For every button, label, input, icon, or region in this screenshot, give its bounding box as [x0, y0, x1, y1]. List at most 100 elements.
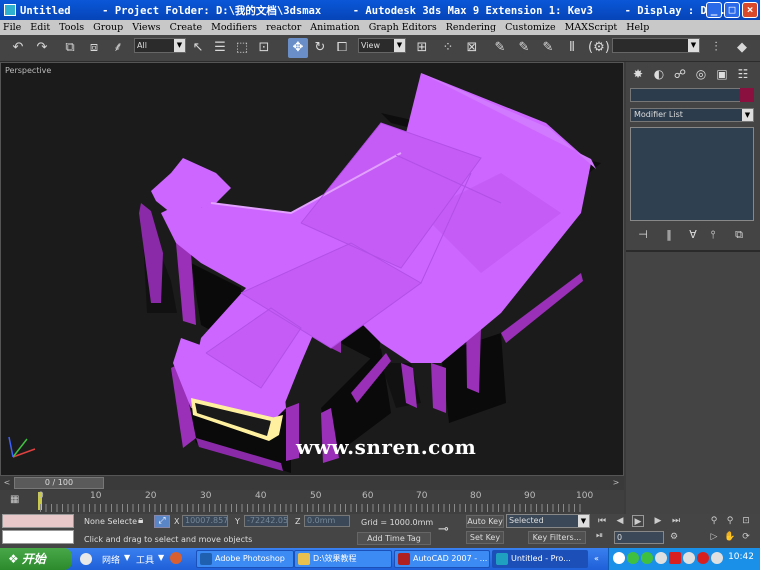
- unlink-icon[interactable]: ⧈: [84, 38, 104, 58]
- object-color-swatch[interactable]: [740, 88, 754, 102]
- maxscript-listener-pink[interactable]: [2, 514, 74, 528]
- pin-stack-icon[interactable]: ⊣: [636, 228, 650, 242]
- time-slider-next[interactable]: >: [610, 477, 622, 489]
- tray-icon[interactable]: [711, 552, 723, 564]
- mirror-icon[interactable]: ⫴: [562, 38, 582, 58]
- current-frame-field[interactable]: 0: [614, 531, 664, 544]
- clock[interactable]: 10:42: [728, 552, 754, 562]
- tray-icon[interactable]: [683, 552, 695, 564]
- field-of-view-icon[interactable]: ▷: [708, 531, 720, 543]
- zoom-extents-icon[interactable]: ⊡: [740, 515, 752, 527]
- lock-selection-icon[interactable]: 🔒︎: [138, 515, 143, 526]
- quick-network[interactable]: 网络: [102, 553, 120, 566]
- previous-frame-icon[interactable]: ◀: [614, 515, 626, 527]
- key-mode-dropdown[interactable]: Selected ▼: [506, 514, 590, 528]
- tray-icon[interactable]: [697, 552, 709, 564]
- time-slider[interactable]: < 0 / 100 >: [0, 476, 624, 490]
- go-to-start-icon[interactable]: ⏮: [596, 515, 608, 527]
- snap-toggle-icon[interactable]: ⊠: [462, 38, 482, 58]
- hierarchy-tab-icon[interactable]: ☍: [672, 66, 688, 82]
- menu-rendering[interactable]: Rendering: [446, 22, 496, 33]
- zoom-all-icon[interactable]: ⚲: [724, 515, 736, 527]
- auto-key-button[interactable]: Auto Key: [466, 515, 504, 528]
- redo-icon[interactable]: ↷: [32, 38, 52, 58]
- select-link-icon[interactable]: ⧉: [60, 38, 80, 58]
- rectangular-selection-icon[interactable]: ⬚: [232, 38, 252, 58]
- angle-snap-icon[interactable]: ✎: [490, 38, 510, 58]
- menu-edit[interactable]: Edit: [30, 22, 50, 33]
- menu-animation[interactable]: Animation: [310, 22, 359, 33]
- close-button[interactable]: ×: [742, 2, 758, 18]
- tray-icon[interactable]: [641, 552, 653, 564]
- taskbar-item-folder[interactable]: D:\效果教程: [294, 550, 392, 568]
- taskbar-expand-icon[interactable]: «: [594, 554, 599, 563]
- menu-customize[interactable]: Customize: [505, 22, 555, 33]
- pivot-center-icon[interactable]: ⊞: [412, 38, 432, 58]
- arc-rotate-icon[interactable]: ⟳: [740, 531, 752, 543]
- tray-icon[interactable]: [655, 552, 667, 564]
- perspective-viewport[interactable]: Perspective: [0, 62, 624, 476]
- next-frame-icon[interactable]: ▶: [652, 515, 664, 527]
- create-tab-icon[interactable]: ✸: [630, 66, 646, 82]
- tray-icon[interactable]: [613, 552, 625, 564]
- display-tab-icon[interactable]: ▣: [714, 66, 730, 82]
- quick-launch-icon[interactable]: [80, 553, 92, 565]
- quick-dropdown-icon[interactable]: ▼: [158, 553, 164, 562]
- select-by-name-icon[interactable]: ☰: [210, 38, 230, 58]
- select-and-rotate-icon[interactable]: ↻: [310, 38, 330, 58]
- x-coordinate-field[interactable]: 10007.857: [182, 515, 228, 527]
- select-and-scale-icon[interactable]: ⧠: [332, 38, 352, 58]
- quick-dropdown-icon[interactable]: ▼: [124, 553, 130, 562]
- taskbar-item-3dsmax[interactable]: Untitled - Pro...: [492, 550, 588, 568]
- select-manipulate-icon[interactable]: ⁘: [438, 38, 458, 58]
- zoom-icon[interactable]: ⚲: [708, 515, 720, 527]
- menu-reactor[interactable]: reactor: [266, 22, 301, 33]
- z-coordinate-field[interactable]: 0.0mm: [304, 515, 350, 527]
- tray-icon[interactable]: [627, 552, 639, 564]
- modify-tab-icon[interactable]: ◐: [651, 66, 667, 82]
- start-button[interactable]: ❖ 开始: [0, 548, 72, 570]
- app-icon[interactable]: [4, 4, 16, 16]
- absolute-mode-transform-icon[interactable]: ⤢: [154, 515, 170, 528]
- menu-help[interactable]: Help: [626, 22, 649, 33]
- window-crossing-icon[interactable]: ⊡: [254, 38, 274, 58]
- set-key-button[interactable]: Set Key: [466, 531, 504, 544]
- menu-modifiers[interactable]: Modifiers: [211, 22, 257, 33]
- make-unique-icon[interactable]: ∀: [686, 228, 700, 242]
- track-bar[interactable]: ▦ 0 10 20 30 40 50 60 70 80 90 100: [0, 490, 624, 514]
- tray-icon[interactable]: [669, 552, 681, 564]
- menu-file[interactable]: File: [3, 22, 21, 33]
- minimize-button[interactable]: _: [706, 2, 722, 18]
- bind-space-warp-icon[interactable]: ⸙: [108, 38, 128, 58]
- menu-graph-editors[interactable]: Graph Editors: [369, 22, 437, 33]
- maxscript-listener-white[interactable]: [2, 530, 74, 544]
- open-mini-curve-editor-icon[interactable]: ▦: [10, 494, 22, 506]
- percent-snap-icon[interactable]: ✎: [514, 38, 534, 58]
- configure-modifier-sets-icon[interactable]: ⧉: [732, 228, 746, 242]
- named-selection-sets-dropdown[interactable]: ▼: [612, 38, 700, 53]
- maximize-button[interactable]: □: [724, 2, 740, 18]
- time-slider-prev[interactable]: <: [1, 477, 13, 489]
- motion-tab-icon[interactable]: ◎: [693, 66, 709, 82]
- menu-create[interactable]: Create: [170, 22, 203, 33]
- align-icon[interactable]: ⫶: [706, 38, 726, 58]
- go-to-end-icon[interactable]: ⏭: [670, 515, 682, 527]
- y-coordinate-field[interactable]: -72242.053: [244, 515, 288, 527]
- key-filters-button[interactable]: Key Filters...: [528, 531, 586, 544]
- pan-icon[interactable]: ✋: [724, 531, 736, 543]
- modifier-stack-view[interactable]: [630, 127, 754, 221]
- menu-maxscript[interactable]: MAXScript: [565, 22, 618, 33]
- material-editor-icon[interactable]: ◆: [732, 38, 752, 58]
- taskbar-item-autocad[interactable]: AutoCAD 2007 - ...: [394, 550, 490, 568]
- quick-tools[interactable]: 工具: [136, 553, 154, 566]
- key-mode-toggle-icon[interactable]: ⏯: [596, 531, 610, 544]
- selection-filter-dropdown[interactable]: All ▼: [134, 38, 186, 53]
- time-slider-thumb[interactable]: 0 / 100: [14, 477, 104, 489]
- play-icon[interactable]: ▶: [632, 515, 644, 527]
- named-selection-icon[interactable]: (⚙): [588, 38, 610, 58]
- select-object-icon[interactable]: ↖: [188, 38, 208, 58]
- menu-group[interactable]: Group: [93, 22, 123, 33]
- undo-icon[interactable]: ↶: [8, 38, 28, 58]
- add-time-tag-button[interactable]: Add Time Tag: [357, 532, 431, 545]
- menu-tools[interactable]: Tools: [59, 22, 84, 33]
